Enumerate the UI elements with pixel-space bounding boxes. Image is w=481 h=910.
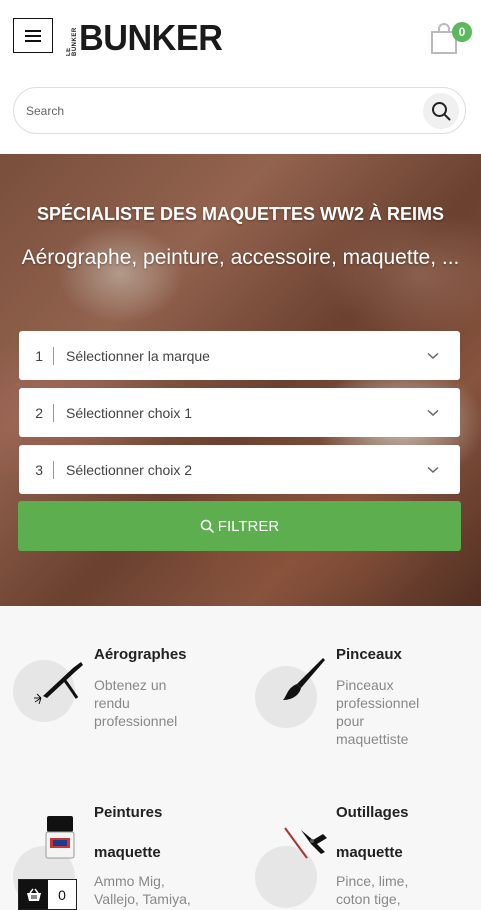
logo-text: BUNKER: [79, 17, 223, 58]
select-choice-1[interactable]: 2 Sélectionner choix 1: [19, 388, 460, 437]
search-icon: [432, 102, 451, 121]
category-description: Ammo Mig, Vallejo, Tamiya,: [94, 873, 191, 907]
category-title: Peintures: [94, 804, 163, 821]
select-label: Sélectionner la marque: [66, 347, 210, 364]
search-icon: [200, 519, 214, 533]
search-bar: [13, 87, 466, 134]
floating-cart-count: 0: [58, 886, 66, 903]
category-description: Obtenez un rendu professionnel: [94, 677, 178, 729]
site-header: LE BUNKER BUNKER 0: [0, 0, 481, 78]
category-title: Outillages: [336, 804, 409, 821]
select-number: 1: [35, 347, 43, 364]
pliers-icon: [284, 827, 327, 859]
select-choice-2[interactable]: 3 Sélectionner choix 2: [19, 445, 460, 494]
search-button[interactable]: [423, 93, 459, 129]
hero-subtitle: Aérographe, peinture, accessoire, maquet…: [21, 246, 460, 269]
category-section: Aérographes Obtenez un rendu professionn…: [0, 606, 481, 910]
chevron-down-icon: [418, 466, 448, 474]
select-brand[interactable]: 1 Sélectionner la marque: [19, 331, 460, 380]
menu-button[interactable]: [13, 18, 53, 53]
cart-count-badge: 0: [452, 22, 472, 42]
airbrush-icon: [34, 662, 83, 704]
category-title: Aérographes: [94, 646, 187, 663]
category-title: Pinceaux: [336, 646, 402, 663]
select-number: 3: [35, 461, 43, 478]
category-description: Pinceaux professionnel pour maquettiste: [336, 677, 420, 747]
paint-jar-icon: [45, 816, 75, 859]
chevron-down-icon: [418, 352, 448, 360]
select-label: Sélectionner choix 2: [66, 461, 193, 478]
site-logo[interactable]: LE BUNKER BUNKER: [66, 17, 230, 58]
search-input[interactable]: [26, 88, 406, 133]
logo-small-text: LE BUNKER: [66, 27, 78, 56]
category-title-line2: maquette: [94, 844, 161, 861]
hero-title: SPÉCIALISTE DES MAQUETTES WW2 À REIMS: [36, 204, 445, 224]
hamburger-icon: [25, 29, 41, 42]
hero-banner: SPÉCIALISTE DES MAQUETTES WW2 À REIMS Aé…: [0, 154, 481, 606]
filter-label: FILTRER: [217, 517, 280, 535]
basket-icon: [19, 880, 48, 909]
category-title-line2: maquette: [336, 844, 403, 861]
paintbrush-icon: [283, 658, 325, 700]
select-number: 2: [35, 404, 43, 421]
category-description: Pince, lime, coton tige,: [336, 873, 409, 907]
select-label: Sélectionner choix 1: [66, 404, 193, 421]
cart-button[interactable]: 0: [430, 20, 472, 56]
floating-cart-button[interactable]: 0: [18, 879, 77, 910]
chevron-down-icon: [418, 409, 448, 417]
filter-button[interactable]: FILTRER: [18, 501, 461, 551]
